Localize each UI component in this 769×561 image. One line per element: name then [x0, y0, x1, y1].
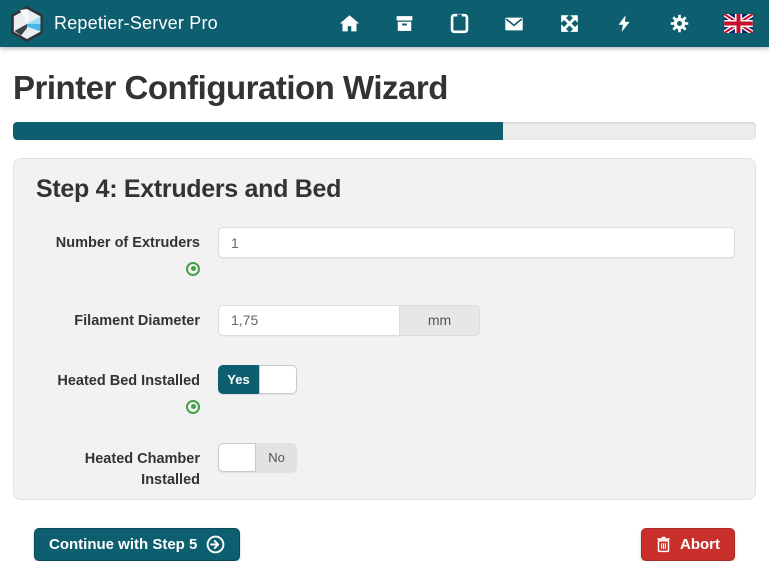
filament-diameter-input[interactable]	[218, 305, 400, 336]
wizard-progress-fill	[13, 122, 503, 140]
row-heated-chamber: Heated Chamber Installed No	[34, 443, 735, 493]
mail-icon[interactable]	[503, 13, 525, 35]
page-content: Printer Configuration Wizard Step 4: Ext…	[0, 69, 769, 500]
uk-flag-icon[interactable]	[723, 13, 753, 35]
toggle-knob	[259, 365, 297, 394]
row-heated-bed: Heated Bed Installed Yes	[34, 365, 735, 414]
continue-button[interactable]: Continue with Step 5	[34, 528, 240, 561]
heated-bed-toggle-state: Yes	[218, 365, 259, 394]
repetier-logo-icon[interactable]	[10, 6, 44, 42]
help-dot-icon[interactable]	[186, 262, 200, 276]
row-filament-diameter: Filament Diameter mm	[34, 305, 735, 336]
toggle-knob	[218, 443, 256, 472]
heated-bed-label: Heated Bed Installed	[57, 365, 200, 393]
step-title: Step 4: Extruders and Bed	[36, 175, 735, 204]
number-of-extruders-input[interactable]	[218, 227, 735, 258]
heated-chamber-toggle-state: No	[256, 443, 297, 472]
wizard-footer: Continue with Step 5 Abort	[34, 528, 735, 561]
heated-chamber-toggle[interactable]: No	[218, 443, 297, 472]
wizard-step-card: Step 4: Extruders and Bed Number of Extr…	[13, 158, 756, 500]
top-navbar: Repetier-Server Pro	[0, 0, 769, 47]
printer-icon[interactable]	[448, 13, 470, 35]
arrow-right-circle-icon	[206, 535, 225, 554]
page-title: Printer Configuration Wizard	[13, 69, 756, 107]
archive-box-icon[interactable]	[393, 13, 415, 35]
wizard-progress-bar	[13, 122, 756, 140]
number-of-extruders-label: Number of Extruders	[56, 227, 200, 255]
trash-icon	[656, 536, 671, 553]
home-icon[interactable]	[338, 13, 360, 35]
filament-diameter-group: mm	[218, 305, 480, 336]
gear-icon[interactable]	[668, 13, 690, 35]
help-dot-icon[interactable]	[186, 400, 200, 414]
expand-arrows-icon[interactable]	[558, 13, 580, 35]
filament-diameter-label: Filament Diameter	[74, 305, 200, 333]
row-number-of-extruders: Number of Extruders	[34, 227, 735, 276]
navbar-icons	[338, 13, 753, 35]
brand-title[interactable]: Repetier-Server Pro	[54, 13, 218, 34]
heated-chamber-label: Heated Chamber Installed	[34, 443, 200, 493]
heated-bed-toggle[interactable]: Yes	[218, 365, 297, 394]
abort-button[interactable]: Abort	[641, 528, 735, 561]
bolt-icon[interactable]	[613, 13, 635, 35]
filament-diameter-unit: mm	[400, 305, 480, 336]
continue-button-label: Continue with Step 5	[49, 536, 197, 553]
abort-button-label: Abort	[680, 536, 720, 553]
